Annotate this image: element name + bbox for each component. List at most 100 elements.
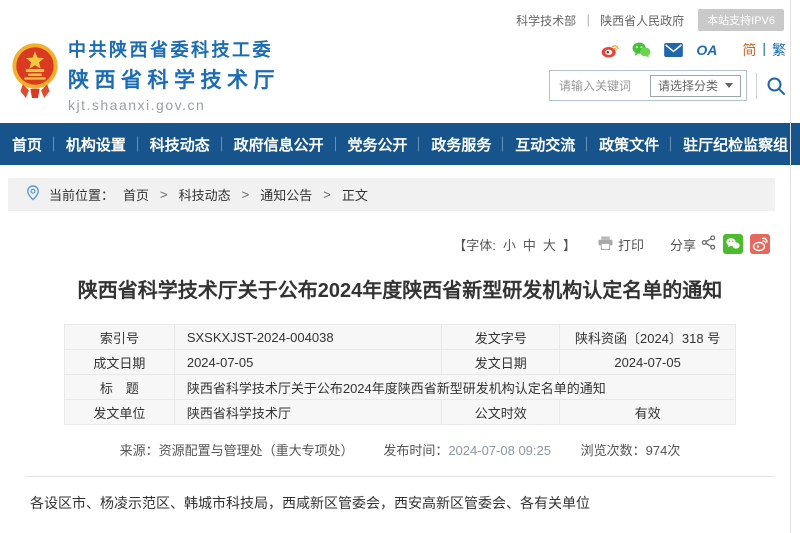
article-source-line: 来源：资源配置与管理处（重大专项处） 发布时间：2024-07-08 09:25… [30,440,770,459]
site-logo[interactable]: 中共陕西省委科技工委 陕西省科学技术厅 kjt.shaanxi.gov.cn [12,36,280,113]
article-body: 各设区市、杨凌示范区、韩城市科技局，西咸新区管委会，西安高新区管委会、各有关单位… [30,488,770,533]
meta-doc-no-label: 发文字号 [442,325,560,350]
nav-item-organization[interactable]: 机构设置 [54,123,138,165]
breadcrumb: 当前位置： 首页 > 科技动态 > 通知公告 > 正文 [8,178,775,211]
wechat-icon[interactable] [632,42,651,58]
nav-item-interaction[interactable]: 互动交流 [503,123,587,165]
share-label[interactable]: 分享 [670,235,696,254]
source-value: 资源配置与管理处（重大专项处） [159,443,354,458]
font-label: 【字体: [453,235,496,254]
breadcrumb-separator: > [160,187,168,202]
share-wechat-button[interactable] [723,234,743,254]
breadcrumb-home[interactable]: 首页 [123,185,149,204]
font-size-controls: 【字体: 小 中 大 】 [453,235,576,254]
scrollbar-edge[interactable] [790,0,791,533]
nav-item-party-affairs[interactable]: 党务公开 [336,123,420,165]
source-segment: 来源：资源配置与管理处（重大专项处） [120,443,354,458]
nav-item-discipline-inspection[interactable]: 驻厅纪检监察组 [671,123,800,165]
meta-title-label: 标 题 [65,375,175,400]
print-label: 打印 [618,235,644,254]
views-label: 浏览次数： [581,443,646,458]
nav-item-gov-info-disclosure[interactable]: 政府信息公开 [222,123,336,165]
document-meta-table: 索引号 SXSKXJST-2024-004038 发文字号 陕科资函〔2024〕… [64,324,736,425]
publish-segment: 发布时间：2024-07-08 09:25 [383,443,551,458]
link-ministry-of-science[interactable]: 科学技术部 [516,12,576,29]
article-title: 陕西省科学技术厅关于公布2024年度陕西省新型研发机构认定名单的通知 [30,274,770,303]
search-category-label: 请选择分类 [658,77,718,94]
ipv6-badge[interactable]: 本站支持IPV6 [698,9,784,31]
org-name-line2: 陕西省科学技术厅 [68,64,280,94]
site-url: kjt.shaanxi.gov.cn [68,97,280,113]
source-label: 来源： [120,443,159,458]
font-label-close: 】 [563,235,576,254]
meta-issue-date-value: 2024-07-05 [560,350,736,375]
lang-divider: | [762,40,766,60]
share-alt-icon[interactable] [701,235,716,253]
meta-title-value: 陕西省科学技术厅关于公布2024年度陕西省新型研发机构认定名单的通知 [174,375,735,400]
meta-row: 发文单位 陕西省科学技术厅 公文时效 有效 [65,400,736,425]
language-switch: 简 | 繁 [742,40,786,60]
article-paragraph: 根据《陕西省新型研发机构组建认定工作指引》（陕科办发〔2021〕64号）相关规定… [30,529,770,533]
share-controls: 分享 [670,234,770,254]
weibo-icon[interactable] [601,43,619,58]
search-box: 请选择分类 [549,70,747,101]
breadcrumb-sci-tech-news[interactable]: 科技动态 [179,185,231,204]
meta-unit-value: 陕西省科学技术厅 [174,400,442,425]
meta-doc-no-value: 陕科资函〔2024〕318 号 [560,325,736,350]
meta-made-date-label: 成文日期 [65,350,175,375]
page: 科学技术部 ｜ 陕西省人民政府 本站支持IPV6 [0,0,800,533]
nav-item-home[interactable]: 首页 [0,123,54,165]
header-right: OA 简 | 繁 请选择分类 [549,36,786,113]
search-divider [756,73,757,99]
meta-made-date-value: 2024-07-05 [174,350,442,375]
lang-simplified-link[interactable]: 简 [742,40,756,60]
search-area: 请选择分类 [549,70,786,101]
site-titles: 中共陕西省委科技工委 陕西省科学技术厅 kjt.shaanxi.gov.cn [68,36,280,113]
content-divider [25,476,775,477]
meta-index-label: 索引号 [65,325,175,350]
location-pin-icon [26,185,40,204]
national-emblem-icon [12,43,58,106]
org-name-line1: 中共陕西省委科技工委 [68,36,280,62]
meta-validity-label: 公文时效 [442,400,560,425]
meta-index-value: SXSKXJST-2024-004038 [174,325,442,350]
print-button[interactable]: 打印 [598,235,644,254]
header: 中共陕西省委科技工委 陕西省科学技术厅 kjt.shaanxi.gov.cn [0,31,800,121]
topbar-divider: ｜ [582,12,594,29]
share-weibo-button[interactable] [750,234,770,254]
mail-icon[interactable] [664,43,683,57]
topbar-links: 科学技术部 ｜ 陕西省人民政府 [516,12,684,29]
search-category-select[interactable]: 请选择分类 [650,75,741,97]
nav-item-gov-services[interactable]: 政务服务 [419,123,503,165]
lang-traditional-link[interactable]: 繁 [772,40,786,60]
breadcrumb-separator: > [242,187,250,202]
views-segment: 浏览次数：974次 [581,443,681,458]
search-button[interactable] [766,76,786,96]
link-shaanxi-gov[interactable]: 陕西省人民政府 [600,12,684,29]
quick-links-row: OA 简 | 繁 [601,40,786,60]
search-input[interactable] [559,79,650,93]
meta-row: 标 题 陕西省科学技术厅关于公布2024年度陕西省新型研发机构认定名单的通知 [65,375,736,400]
font-size-medium-button[interactable]: 中 [523,235,536,254]
chevron-down-icon [725,83,733,88]
article-toolbar: 【字体: 小 中 大 】 打印 分享 [30,234,770,254]
font-size-small-button[interactable]: 小 [503,235,516,254]
article-paragraph: 各设区市、杨凌示范区、韩城市科技局，西咸新区管委会，西安高新区管委会、各有关单位 [30,488,770,518]
meta-issue-date-label: 发文日期 [442,350,560,375]
breadcrumb-separator: > [323,187,331,202]
meta-unit-label: 发文单位 [65,400,175,425]
breadcrumb-current: 正文 [342,185,368,204]
meta-validity-value: 有效 [560,400,736,425]
oa-link[interactable]: OA [696,42,717,58]
meta-row: 成文日期 2024-07-05 发文日期 2024-07-05 [65,350,736,375]
nav-item-sci-tech-news[interactable]: 科技动态 [138,123,222,165]
printer-icon [598,236,613,253]
breadcrumb-notices[interactable]: 通知公告 [260,185,312,204]
topbar: 科学技术部 ｜ 陕西省人民政府 本站支持IPV6 [0,0,800,31]
meta-row: 索引号 SXSKXJST-2024-004038 发文字号 陕科资函〔2024〕… [65,325,736,350]
article-content: 【字体: 小 中 大 】 打印 分享 [0,234,800,533]
nav-item-policy-documents[interactable]: 政策文件 [587,123,671,165]
views-count: 974次 [646,443,681,458]
font-size-large-button[interactable]: 大 [543,235,556,254]
publish-time: 2024-07-08 09:25 [448,443,551,458]
